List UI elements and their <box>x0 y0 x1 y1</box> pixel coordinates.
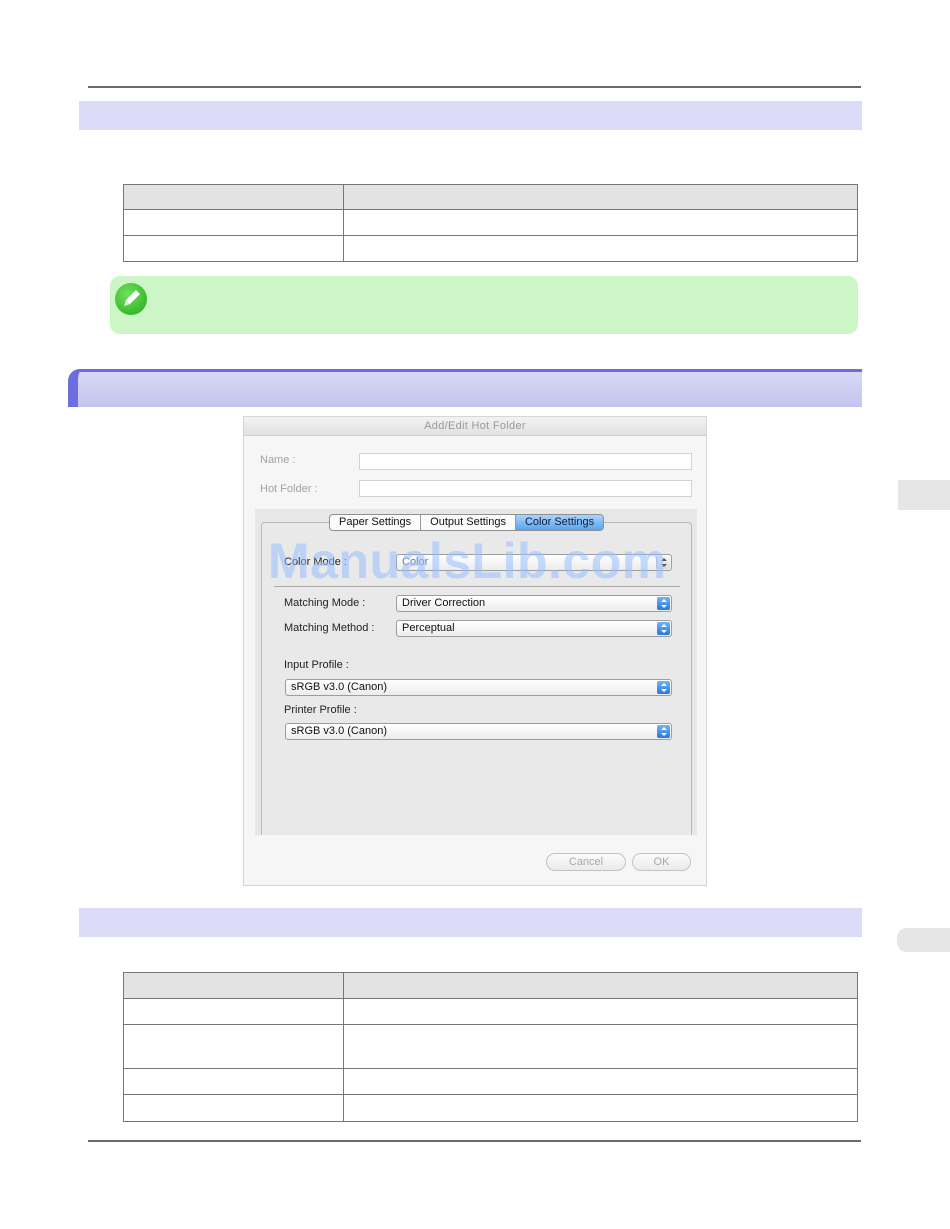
table-header-row <box>123 184 858 210</box>
watermark: ManualsLib.com <box>268 533 667 589</box>
chapter-tab-marker <box>898 480 950 510</box>
add-edit-hot-folder-dialog: Add/Edit Hot Folder Name : Hot Folder : … <box>243 416 707 886</box>
input-profile-label: Input Profile : <box>284 659 349 671</box>
cancel-button[interactable]: Cancel <box>546 853 626 871</box>
table-cell <box>343 998 858 1025</box>
settings-table-2 <box>123 972 858 1122</box>
table-cell <box>343 1024 858 1069</box>
settings-tabs: Paper Settings Output Settings Color Set… <box>329 514 605 531</box>
table-header-cell <box>343 184 858 210</box>
name-field[interactable] <box>359 453 692 470</box>
hot-folder-field[interactable] <box>359 480 692 497</box>
matching-mode-value: Driver Correction <box>402 597 486 609</box>
table-cell <box>123 1024 344 1069</box>
select-arrows-icon <box>657 597 670 610</box>
printer-profile-value: sRGB v3.0 (Canon) <box>291 725 387 737</box>
subsection-header-bar-1 <box>79 101 862 130</box>
tab-color-settings[interactable]: Color Settings <box>514 515 604 530</box>
table-row <box>123 209 858 236</box>
table-row <box>123 1094 858 1122</box>
table-row <box>123 1024 858 1069</box>
table-header-cell <box>123 972 344 999</box>
name-label: Name : <box>260 454 296 466</box>
table-cell <box>123 998 344 1025</box>
note-box <box>110 276 858 334</box>
page-tab-marker <box>897 928 950 952</box>
dialog-footer <box>255 835 697 885</box>
ok-button[interactable]: OK <box>632 853 691 871</box>
top-rule <box>88 86 861 88</box>
input-profile-select[interactable]: sRGB v3.0 (Canon) <box>285 679 672 696</box>
hot-folder-label: Hot Folder : <box>260 483 318 495</box>
table-cell <box>123 1094 344 1122</box>
table-header-cell <box>343 972 858 999</box>
tab-output-settings[interactable]: Output Settings <box>420 515 515 530</box>
printer-profile-label: Printer Profile : <box>284 704 357 716</box>
table-header-row <box>123 972 858 999</box>
select-arrows-icon <box>657 681 670 694</box>
matching-method-select[interactable]: Perceptual <box>396 620 672 637</box>
section-header-bar <box>68 369 862 407</box>
table-cell <box>343 235 858 262</box>
table-header-cell <box>123 184 344 210</box>
table-cell <box>343 209 858 236</box>
input-profile-value: sRGB v3.0 (Canon) <box>291 681 387 693</box>
table-cell <box>123 1068 344 1095</box>
table-cell <box>343 1094 858 1122</box>
table-cell <box>123 235 344 262</box>
select-arrows-icon <box>657 725 670 738</box>
matching-method-label: Matching Method : <box>284 622 375 634</box>
table-row <box>123 1068 858 1095</box>
pencil-note-icon <box>115 283 147 315</box>
tab-paper-settings[interactable]: Paper Settings <box>330 515 420 530</box>
bottom-rule <box>88 1140 861 1142</box>
table-row <box>123 998 858 1025</box>
dialog-title: Add/Edit Hot Folder <box>244 417 706 436</box>
select-arrows-icon <box>657 622 670 635</box>
settings-table-1 <box>123 184 858 262</box>
table-cell <box>343 1068 858 1095</box>
matching-method-value: Perceptual <box>402 622 455 634</box>
table-row <box>123 235 858 262</box>
matching-mode-select[interactable]: Driver Correction <box>396 595 672 612</box>
matching-mode-label: Matching Mode : <box>284 597 366 609</box>
subsection-header-bar-2 <box>79 908 862 937</box>
table-cell <box>123 209 344 236</box>
printer-profile-select[interactable]: sRGB v3.0 (Canon) <box>285 723 672 740</box>
